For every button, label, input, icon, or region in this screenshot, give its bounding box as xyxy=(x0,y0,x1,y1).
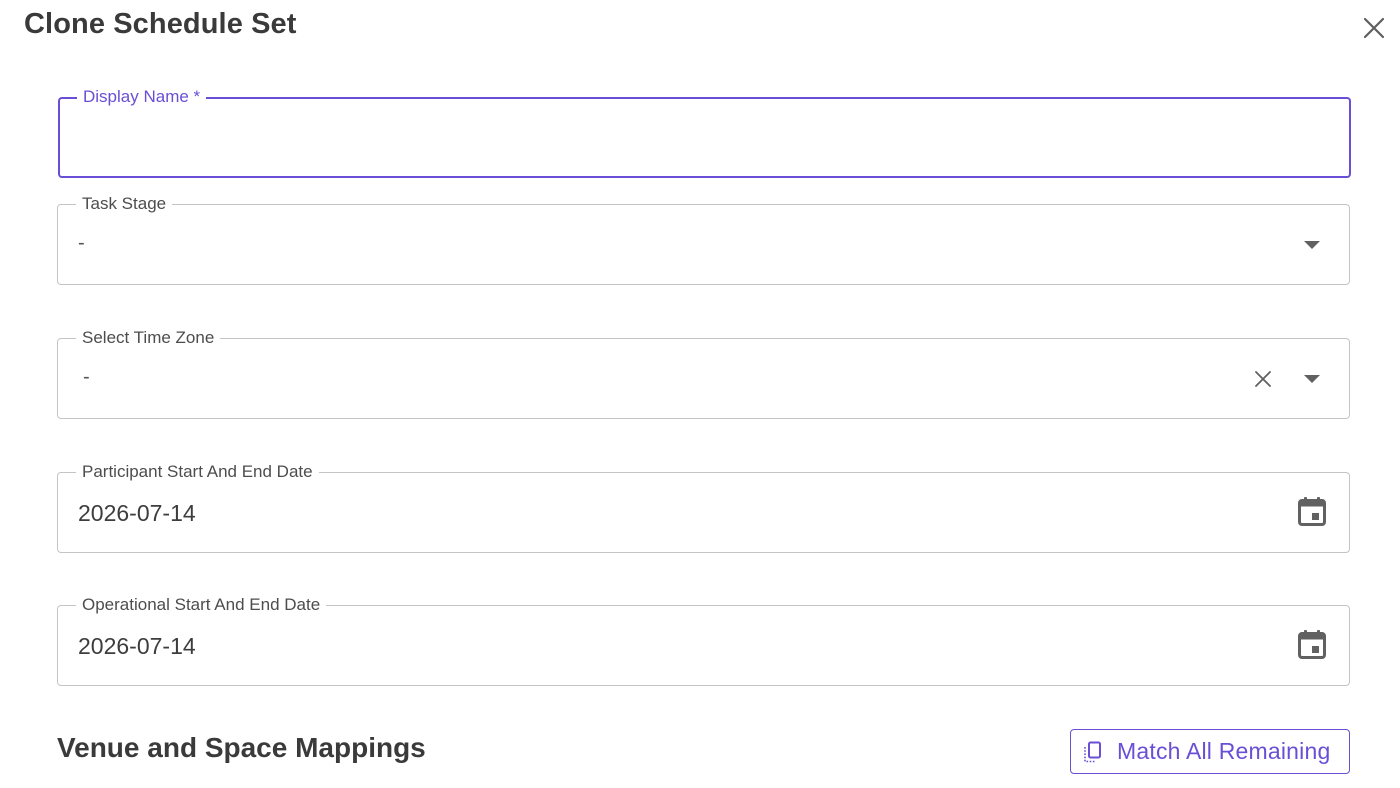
calendar-icon xyxy=(1298,497,1326,526)
display-name-input[interactable] xyxy=(78,121,1322,157)
match-all-remaining-button[interactable]: Match All Remaining xyxy=(1070,729,1350,774)
display-name-label: Display Name * xyxy=(77,87,207,107)
operational-date-value: 2026-07-14 xyxy=(78,633,196,659)
arrow-drop-down-icon xyxy=(1304,375,1320,383)
task-stage-select[interactable]: Task Stage - xyxy=(57,194,1350,285)
participant-date-picker-button[interactable] xyxy=(1296,495,1328,527)
operational-date-label: Operational Start And End Date xyxy=(76,595,327,615)
close-icon xyxy=(1363,17,1385,39)
operational-date-picker-button[interactable] xyxy=(1296,628,1328,660)
time-zone-dropdown-button[interactable] xyxy=(1296,363,1328,395)
dialog-title: Clone Schedule Set xyxy=(24,8,297,40)
time-zone-label: Select Time Zone xyxy=(76,328,221,348)
match-all-remaining-label: Match All Remaining xyxy=(1117,738,1331,764)
participant-date-field[interactable]: Participant Start And End Date 2026-07-1… xyxy=(57,462,1350,553)
arrow-drop-down-icon xyxy=(1304,241,1320,249)
copy-icon xyxy=(1084,741,1101,762)
clone-schedule-set-dialog: Clone Schedule Set Display Name * Task S… xyxy=(0,0,1400,788)
task-stage-value: - xyxy=(78,232,85,254)
participant-date-label: Participant Start And End Date xyxy=(76,462,319,482)
time-zone-select[interactable]: Select Time Zone - xyxy=(57,328,1350,419)
operational-date-field[interactable]: Operational Start And End Date 2026-07-1… xyxy=(57,595,1350,686)
close-button[interactable] xyxy=(1358,12,1390,44)
display-name-field[interactable]: Display Name * xyxy=(58,87,1351,178)
task-stage-label: Task Stage xyxy=(76,194,173,214)
task-stage-dropdown-button[interactable] xyxy=(1296,229,1328,261)
time-zone-value: - xyxy=(83,366,90,388)
time-zone-clear-button[interactable] xyxy=(1247,363,1279,395)
clear-icon xyxy=(1255,371,1271,387)
participant-date-value: 2026-07-14 xyxy=(78,500,196,526)
venue-space-mappings-title: Venue and Space Mappings xyxy=(57,732,426,763)
calendar-icon xyxy=(1298,630,1326,659)
